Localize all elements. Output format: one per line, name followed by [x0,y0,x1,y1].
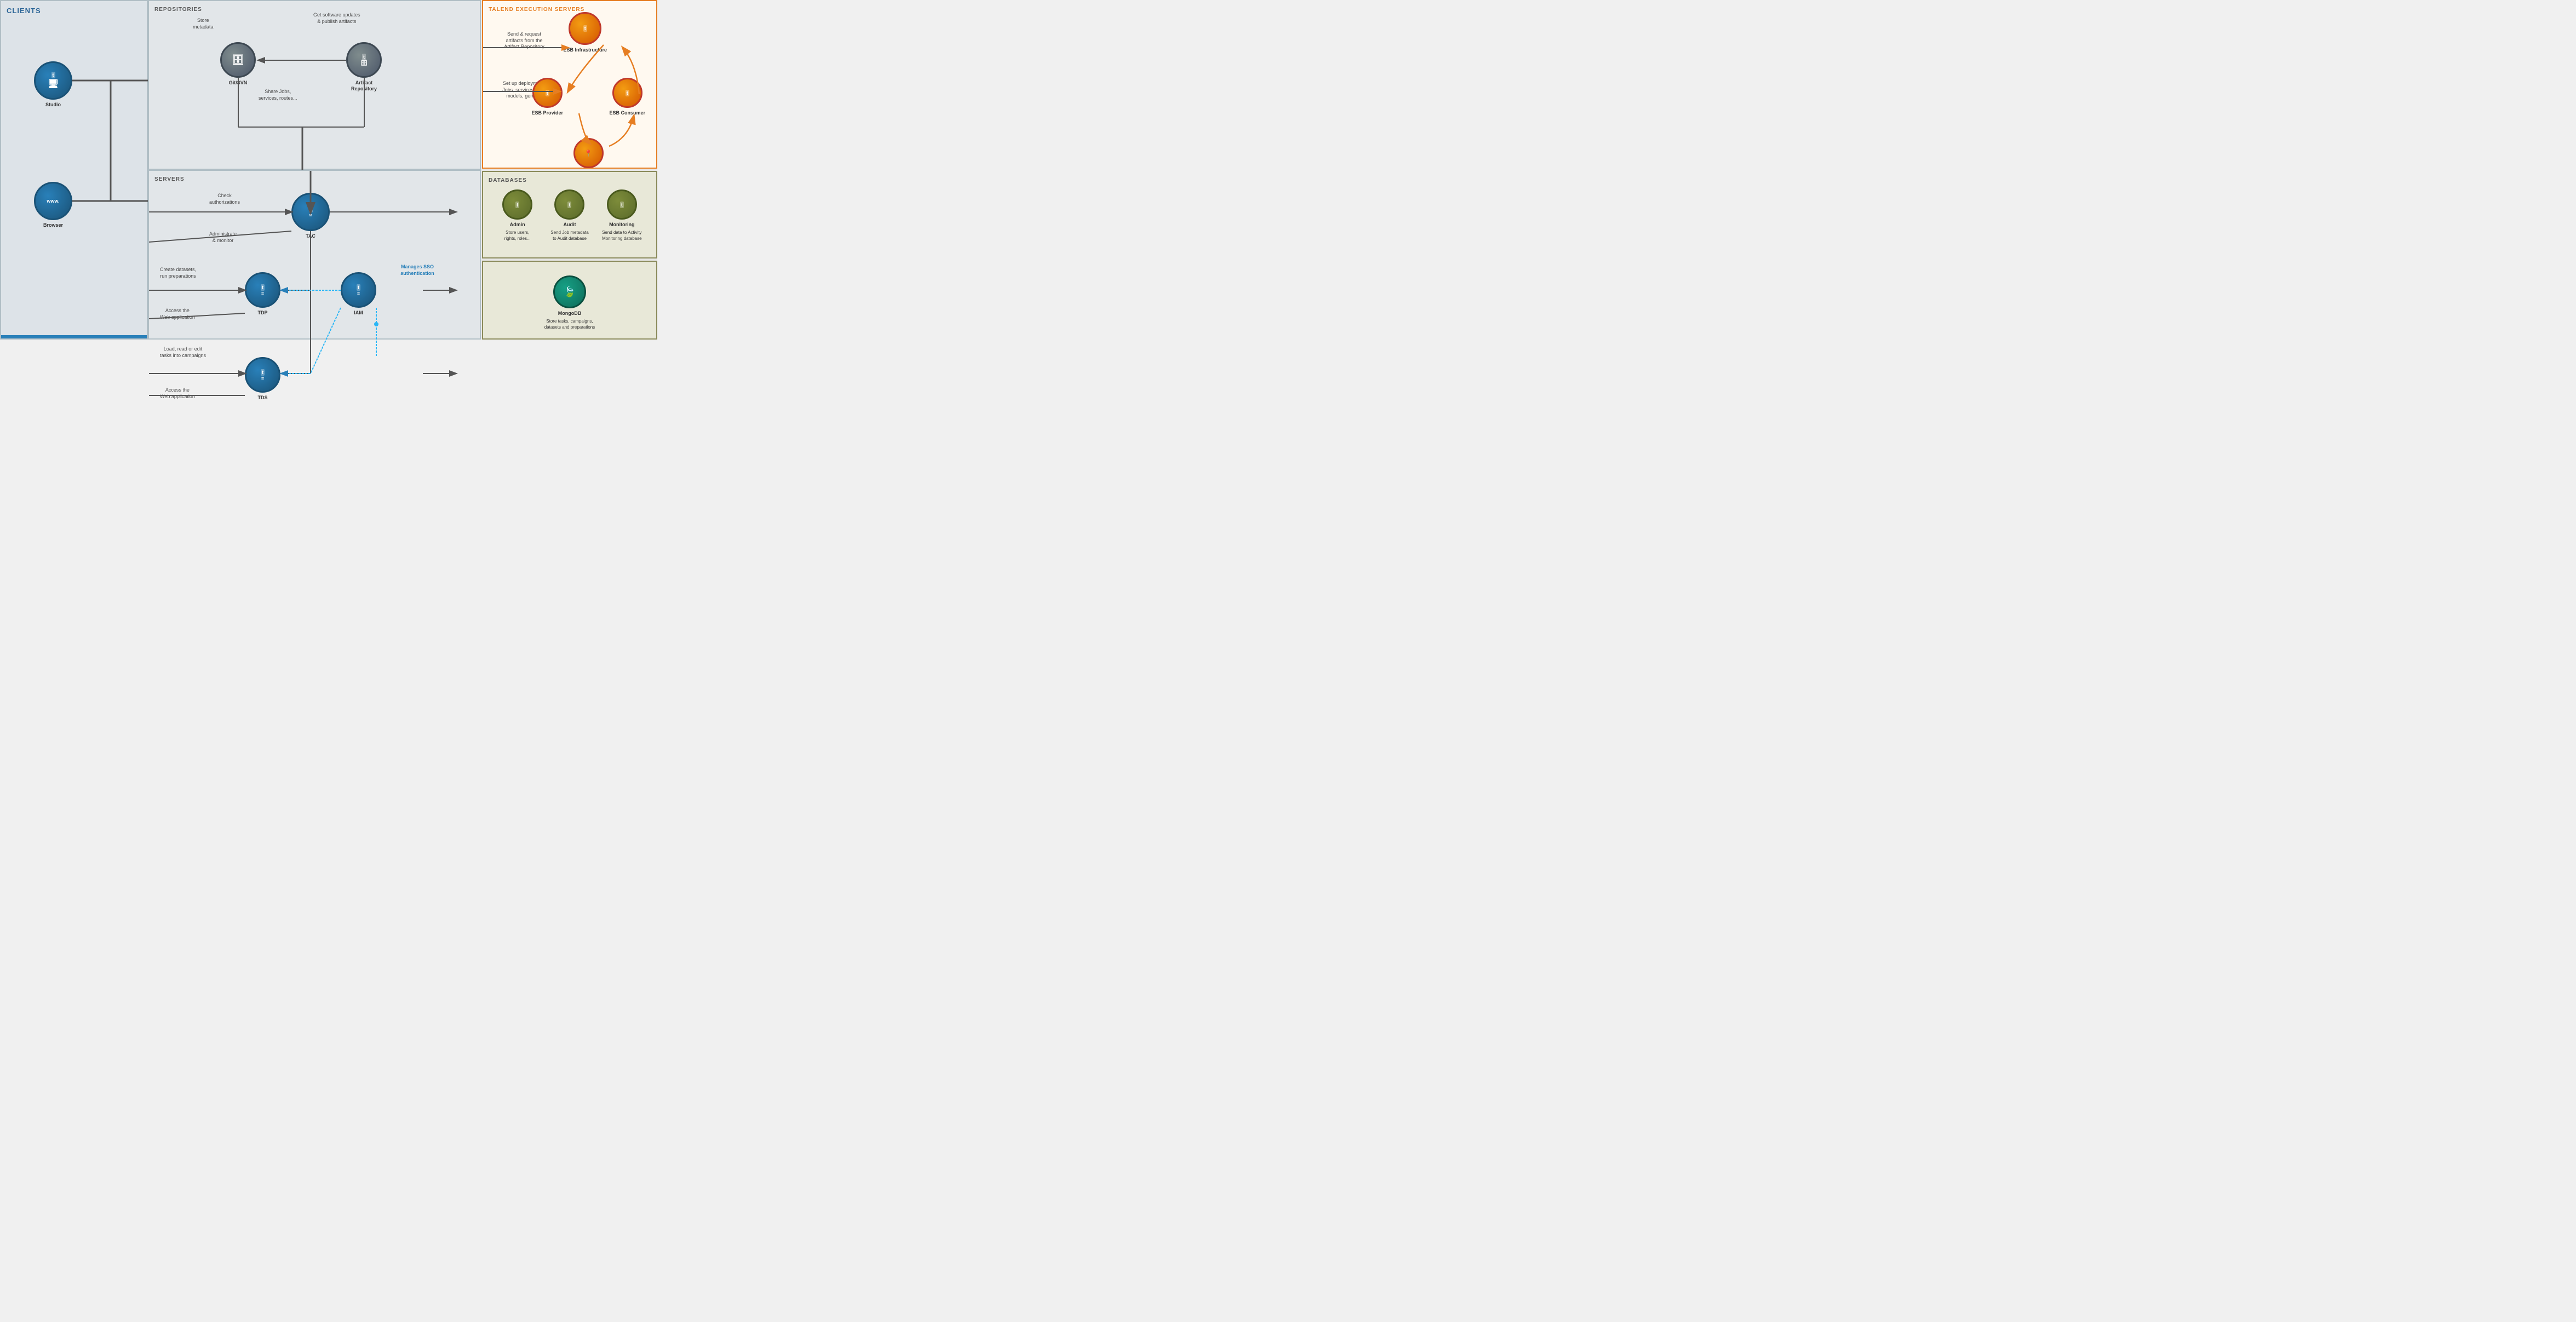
mongodb-panel: 🍃 MongoDB Store tasks, campaigns,dataset… [482,261,657,340]
browser-node: www. Browser [34,182,72,228]
databases-panel: DATABASES t Admin Store users,rights, ro… [482,171,657,258]
service-locator-icon: 📍 [573,138,604,168]
main-diagram: CLIENTS t 🖥 Studio www. Browser [0,0,657,340]
service-locator-node: 📍 Service Locator [570,138,607,176]
share-jobs-anno: Share Jobs,services, routes... [259,89,297,101]
audit-db-item: t Audit Send Job metadatato Audit databa… [543,189,595,242]
esb-consumer-node: t ESB Consumer [609,78,645,116]
artifact-repo-label: ArtifactRepository [351,80,377,92]
admin-db-label: Admin [510,222,525,228]
esb-infra-label: ESB Infrastructure [563,47,607,53]
tds-label: TDS [258,395,268,401]
repositories-panel: REPOSITORIES 🗄 Git/SVN t 🗄 ArtifactRepos… [148,0,481,170]
mongodb-icon: 🍃 [553,275,586,308]
access-web-anno2: Access theWeb application [160,387,195,400]
artifact-repo-node: t 🗄 ArtifactRepository [346,42,382,92]
monitoring-db-label: Monitoring [609,222,635,228]
store-metadata-anno: Storemetadata [193,18,214,30]
send-artifacts-anno: Send & requestartifacts from theArtifact… [489,31,560,50]
mongodb-desc: Store tasks, campaigns,datasets and prep… [544,319,595,330]
iam-icon: t ≡ [341,272,376,308]
iam-label: IAM [354,310,363,316]
mongodb-grid: 🍃 MongoDB Store tasks, campaigns,dataset… [489,273,651,333]
tac-icon: t ≡ [291,193,330,231]
load-tasks-anno: Load, read or edittasks into campaigns [160,346,206,359]
check-auth-anno: Checkauthorizations [209,193,240,205]
clients-title: CLIENTS [7,7,141,15]
esb-consumer-label: ESB Consumer [609,110,645,116]
mongodb-item: 🍃 MongoDB Store tasks, campaigns,dataset… [491,275,648,330]
tds-icon: t ≡ [245,357,280,393]
esb-provider-label: ESB Provider [531,110,563,116]
monitoring-db-desc: Send data to ActivityMonitoring database [602,230,642,242]
audit-db-icon: t [554,189,584,220]
right-column: TALEND EXECUTION SERVERS Send & requesta… [482,0,657,340]
esb-provider-icon: t [532,78,563,108]
clients-bottom-bar [1,335,147,338]
databases-title: DATABASES [489,177,651,183]
databases-grid: t Admin Store users,rights, roles... t A… [489,187,651,244]
tac-label: TAC [306,233,315,239]
tdp-icon: t ≡ [245,272,280,308]
git-svn-label: Git/SVN [229,80,248,86]
servers-title: SERVERS [154,176,474,182]
admin-monitor-anno: Administrate& monitor [209,231,237,244]
monitoring-db-item: t Monitoring Send data to ActivityMonito… [596,189,648,242]
admin-db-item: t Admin Store users,rights, roles... [491,189,543,242]
access-web-anno1: Access theWeb application [160,308,195,320]
get-updates-anno: Get software updates& publish artifacts [313,12,360,25]
tdp-node: t ≡ TDP [245,272,280,316]
tds-node: t ≡ TDS [245,357,280,401]
esb-provider-node: t ESB Provider [531,78,563,116]
clients-svg [1,1,149,319]
clients-panel: CLIENTS t 🖥 Studio www. Browser [0,0,148,340]
esb-infra-icon: t [569,12,601,45]
manages-sso-anno: Manages SSOauthentication [385,264,450,277]
audit-db-desc: Send Job metadatato Audit database [550,230,588,242]
git-svn-icon: 🗄 [220,42,256,78]
audit-db-label: Audit [563,222,576,228]
mongodb-label: MongoDB [558,311,582,317]
tdp-label: TDP [258,310,268,316]
git-svn-node: 🗄 Git/SVN [220,42,256,86]
studio-icon: t 🖥 [34,61,72,100]
browser-icon: www. [34,182,72,220]
iam-node: t ≡ IAM [341,272,376,316]
studio-label: Studio [45,102,61,108]
execution-panel: TALEND EXECUTION SERVERS Send & requesta… [482,0,657,169]
admin-db-icon: t [502,189,532,220]
tac-node: t ≡ TAC [291,193,330,239]
browser-label: Browser [43,222,63,228]
studio-node: t 🖥 Studio [34,61,72,108]
create-datasets-anno: Create datasets,run preparations [160,267,196,279]
servers-panel: SERVERS t ≡ TAC t ≡ TDP t ≡ IAM [148,170,481,340]
monitoring-db-icon: t [607,189,637,220]
esb-consumer-icon: t [612,78,642,108]
artifact-repo-icon: t 🗄 [346,42,382,78]
esb-infra-node: t ESB Infrastructure [563,12,607,53]
admin-db-desc: Store users,rights, roles... [504,230,531,242]
